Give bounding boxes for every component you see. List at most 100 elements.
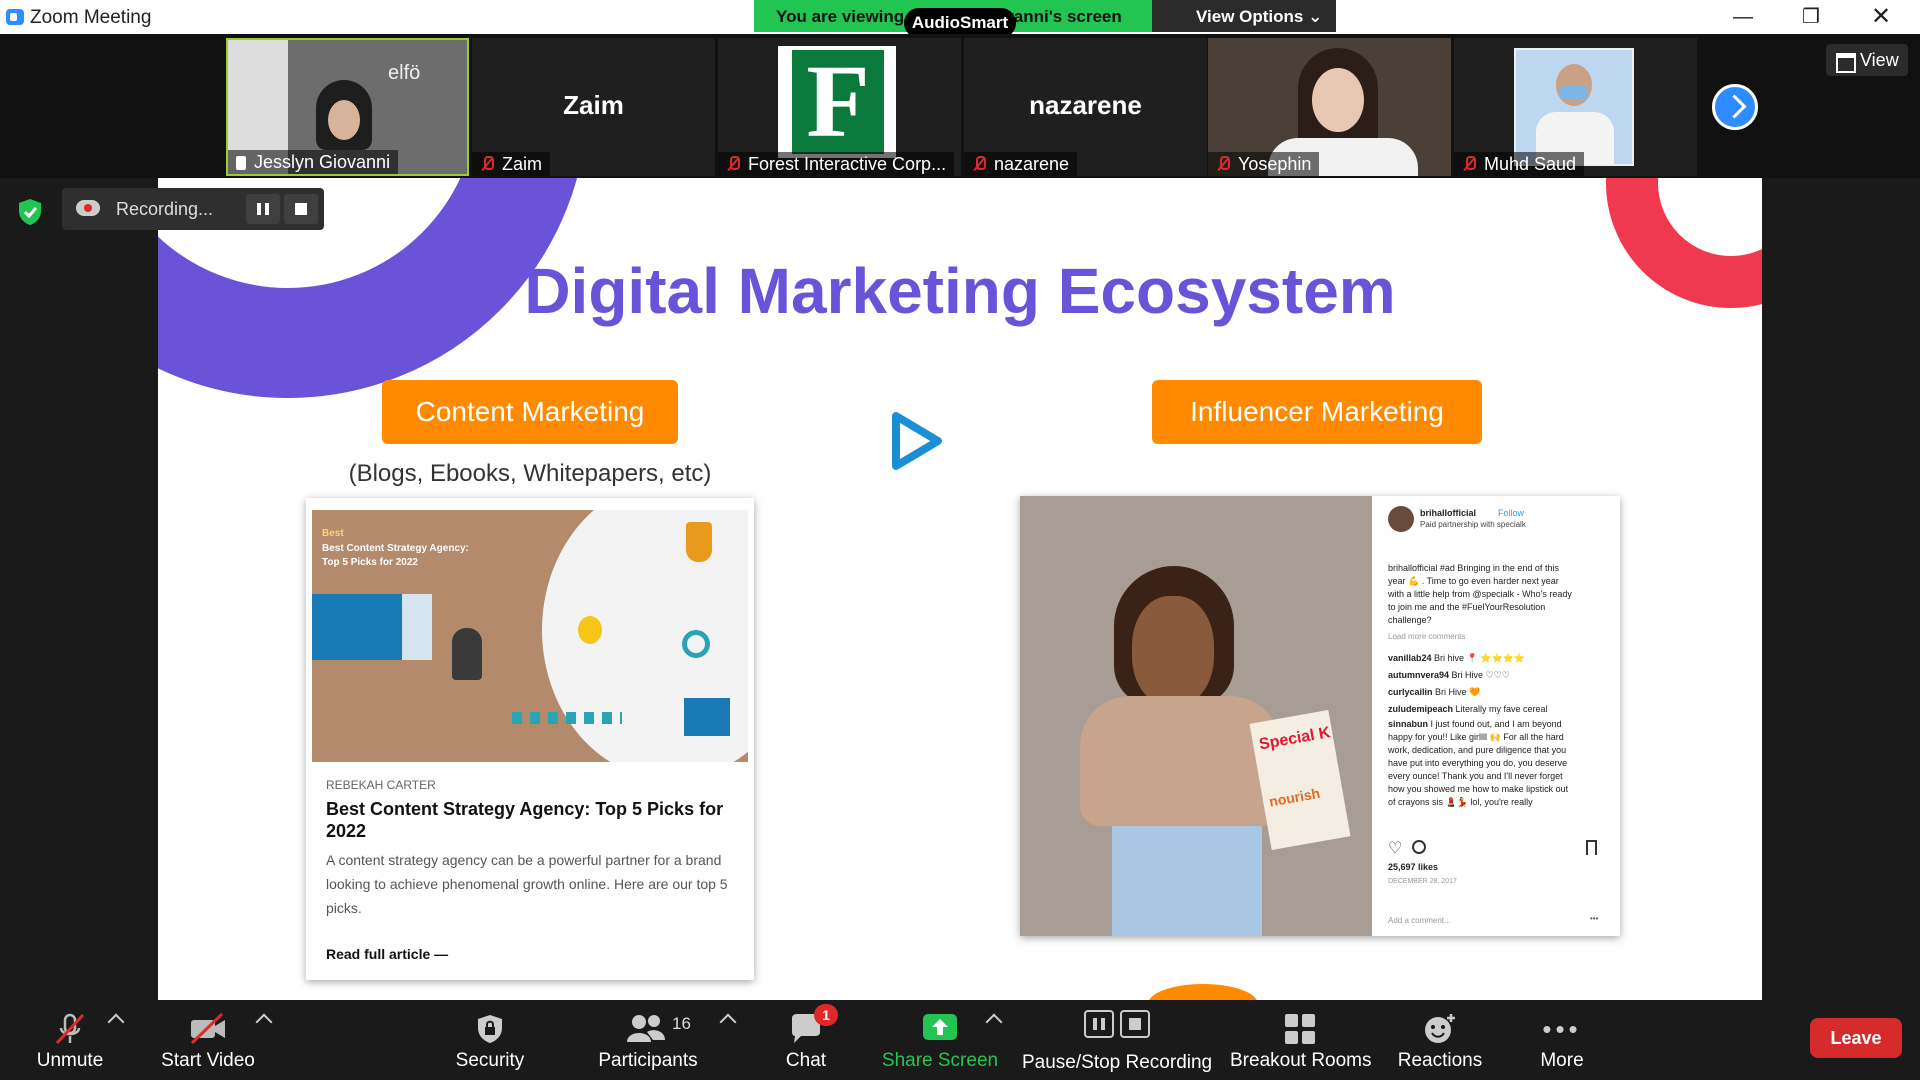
more-dots-icon: ••• — [1542, 1014, 1582, 1044]
slide-title: Digital Marketing Ecosystem — [524, 255, 1396, 327]
comment-bubble-icon[interactable] — [1412, 840, 1426, 854]
person-face — [328, 100, 360, 140]
participant-tile-yosephin[interactable]: Yosephin — [1208, 38, 1451, 176]
bookmark-icon[interactable] — [1586, 840, 1597, 855]
article-excerpt: A content strategy agency can be a power… — [326, 852, 728, 916]
participant-tile-jesslyn[interactable]: elfö Jesslyn Giovanni — [226, 38, 469, 176]
add-comment-input[interactable]: Add a comment... — [1388, 916, 1451, 925]
security-shield-icon — [478, 1015, 502, 1043]
lightbulb-icon — [578, 616, 602, 644]
shared-screen-slide: Digital Marketing Ecosystem Content Mark… — [158, 178, 1762, 1000]
target-icon — [682, 630, 710, 658]
next-page-arrow-icon[interactable] — [1712, 84, 1758, 130]
illustration-cuff — [402, 594, 432, 660]
flow-dots — [512, 712, 622, 724]
restore-button[interactable]: ❐ — [1786, 2, 1836, 32]
content-marketing-subheading: (Blogs, Ebooks, Whitepapers, etc) — [348, 460, 712, 487]
post-partnership: Paid partnership with specialk — [1420, 520, 1526, 529]
person-sweater — [1080, 696, 1280, 826]
leave-meeting-button[interactable]: Leave — [1810, 1018, 1902, 1058]
comments-list: vanillab24 Bri hive 📍 ⭐⭐⭐⭐ autumnvera94 … — [1388, 650, 1574, 809]
cloud-recording-icon — [76, 200, 100, 216]
participant-tile-muhd-saud[interactable]: Muhd Saud — [1454, 38, 1697, 176]
article-image-caption: Best Content Strategy Agency: Top 5 Pick… — [322, 543, 469, 568]
view-options-button[interactable]: View Options ⌄ — [1152, 0, 1336, 32]
article-title[interactable]: Best Content Strategy Agency: Top 5 Pick… — [326, 798, 726, 842]
box-brand: Special K — [1257, 724, 1332, 754]
participants-button[interactable]: 16 Participants — [588, 1000, 708, 1080]
participant-tile-zaim[interactable]: Zaim Zaim — [472, 38, 715, 176]
muted-mic-icon — [726, 156, 740, 172]
recording-label: Recording... — [116, 199, 214, 219]
video-off-icon — [190, 1012, 225, 1045]
gallery-view-button[interactable]: View — [1826, 44, 1908, 76]
article-image-tag: Best — [322, 528, 344, 539]
more-options-icon[interactable]: ••• — [1590, 914, 1598, 923]
stop-recording-button[interactable] — [284, 194, 318, 224]
participants-icon — [627, 1015, 665, 1042]
post-handle[interactable]: brihallofficial — [1420, 508, 1476, 518]
share-screen-button[interactable]: Share Screen — [880, 1000, 1000, 1080]
person-face — [1312, 68, 1364, 132]
comment: vanillab24 Bri hive 📍 ⭐⭐⭐⭐ — [1388, 653, 1526, 663]
participant-name: Jesslyn Giovanni — [228, 150, 399, 174]
more-button[interactable]: ••• More — [1512, 1000, 1612, 1080]
zoom-app-icon — [6, 9, 24, 25]
more-label: More — [1540, 1050, 1584, 1071]
chat-button[interactable]: 1 Chat — [768, 1000, 844, 1080]
breakout-rooms-button[interactable]: Breakout Rooms — [1230, 1000, 1372, 1080]
share-screen-arrow-icon — [923, 1014, 957, 1040]
logo-letter: F — [792, 50, 884, 154]
participant-card-name: Zaim — [563, 90, 624, 120]
post-likes: 25,697 likes — [1388, 862, 1439, 872]
person-jeans — [1112, 826, 1262, 936]
chat-unread-badge: 1 — [814, 1004, 838, 1026]
comment: curlycailin Bri Hive 🧡 — [1388, 687, 1481, 697]
instagram-post[interactable]: Special K nourish brihallofficial Follow… — [1020, 496, 1620, 936]
security-shield-icon — [14, 196, 46, 228]
pause-recording-button[interactable] — [246, 194, 280, 224]
load-more-comments[interactable]: Load more comments — [1388, 632, 1465, 641]
participant-name: Muhd Saud — [1454, 152, 1585, 176]
trophy-icon — [686, 522, 712, 562]
minimize-button[interactable]: — — [1718, 2, 1768, 32]
breakout-rooms-label: Breakout Rooms — [1230, 1050, 1372, 1071]
article-author: REBEKAH CARTER — [326, 778, 436, 792]
close-button[interactable]: ✕ — [1856, 2, 1906, 32]
article-card[interactable]: Best Best Content Strategy Agency: Top 5… — [306, 498, 754, 980]
chat-label: Chat — [785, 1050, 827, 1071]
security-button[interactable]: Security — [440, 1000, 540, 1080]
post-date: DECEMBER 28, 2017 — [1388, 878, 1457, 885]
post-photo: Special K nourish — [1020, 496, 1372, 936]
pin-icon — [236, 156, 246, 170]
comment: zuludemipeach Literally my fave cereal — [1388, 704, 1548, 714]
start-video-button[interactable]: Start Video — [150, 1000, 266, 1080]
share-screen-label: Share Screen — [881, 1050, 999, 1071]
face-mask — [1560, 86, 1588, 100]
pause-stop-recording-button[interactable]: Pause/Stop Recording — [1022, 1000, 1212, 1080]
decorative-orange-shape — [1148, 984, 1258, 1000]
start-video-label: Start Video — [161, 1050, 255, 1071]
influencer-marketing-heading: Influencer Marketing — [1152, 380, 1482, 444]
participant-tile-nazarene[interactable]: nazarene nazarene — [964, 38, 1207, 176]
participant-photo — [1514, 48, 1634, 166]
muted-mic-icon — [972, 156, 986, 172]
reactions-smiley-icon — [1425, 1014, 1455, 1043]
recording-indicator: Recording... — [62, 188, 324, 230]
muted-mic-icon — [55, 1013, 85, 1045]
muted-mic-icon — [480, 156, 494, 172]
stop-icon — [1120, 1010, 1150, 1038]
breakout-rooms-icon — [1285, 1014, 1315, 1044]
participants-count: 16 — [672, 1014, 691, 1033]
muted-mic-icon — [1462, 156, 1476, 172]
like-heart-icon[interactable]: ♡ — [1388, 838, 1402, 858]
window-title: Zoom Meeting — [30, 7, 152, 28]
participant-tile-forest-interactive[interactable]: F Forest Interactive Corp... — [718, 38, 961, 176]
participant-name: nazarene — [964, 152, 1078, 176]
reactions-button[interactable]: Reactions — [1390, 1000, 1490, 1080]
follow-link[interactable]: Follow — [1498, 508, 1524, 518]
read-full-article-link[interactable]: Read full article — — [326, 946, 448, 962]
reactions-label: Reactions — [1397, 1050, 1483, 1071]
comment: sinnabun I just found out, and I am beyo… — [1388, 719, 1569, 807]
unmute-button[interactable]: Unmute — [20, 1000, 120, 1080]
